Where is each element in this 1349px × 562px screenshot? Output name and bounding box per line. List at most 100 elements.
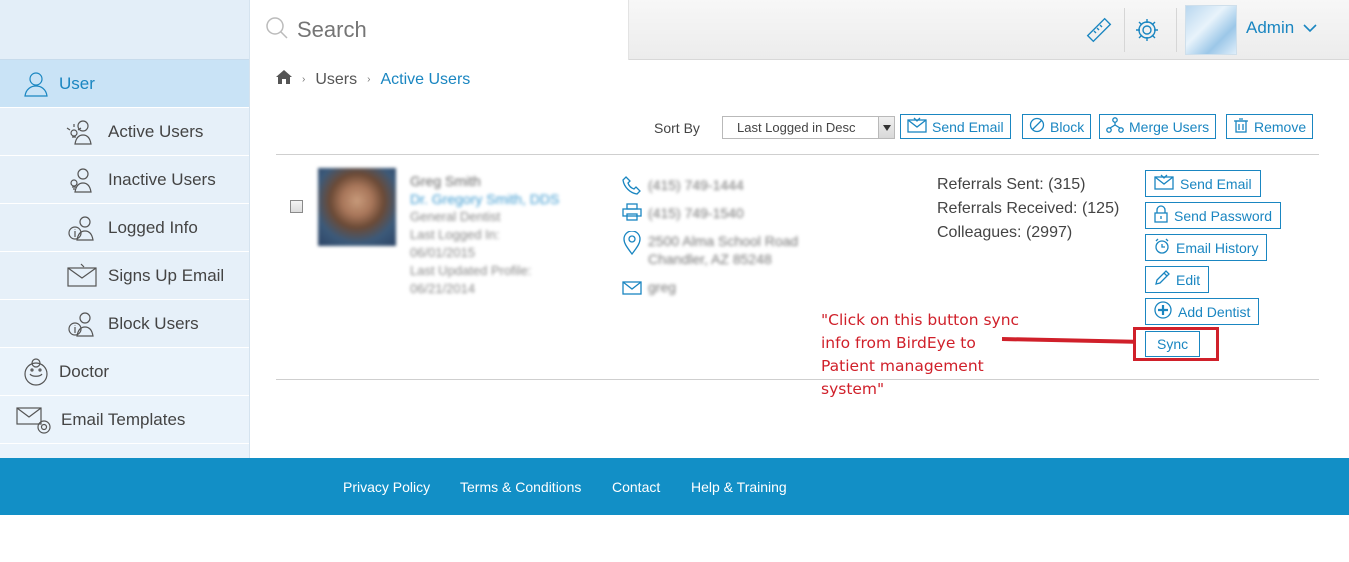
send-password-label: Send Password xyxy=(1174,207,1273,224)
send-password-button[interactable]: Send Password xyxy=(1145,202,1282,229)
sidebar-item-user[interactable]: User xyxy=(0,60,249,108)
sidebar-item-label: Block Users xyxy=(108,313,199,333)
doctor-icon xyxy=(20,356,52,388)
sidebar-item-active-users[interactable]: Active Users xyxy=(0,108,249,156)
divider xyxy=(1176,8,1177,52)
page: User Active Users Inactive Users Logged … xyxy=(0,0,1349,562)
user-info: Greg Smith Dr. Gregory Smith, DDS Genera… xyxy=(410,172,559,298)
plus-circle-icon xyxy=(1154,301,1178,322)
annotation-box xyxy=(1133,327,1219,361)
sort-select-value: Last Logged in Desc xyxy=(737,120,856,135)
footer-link-terms[interactable]: Terms & Conditions xyxy=(460,479,581,495)
send-email-label: Send Email xyxy=(1180,175,1252,192)
merge-icon xyxy=(1106,117,1129,136)
last-updated-label: Last Updated Profile: xyxy=(410,263,532,278)
sidebar-item-signs-up-email[interactable]: Signs Up Email xyxy=(0,252,249,300)
gear-icon[interactable] xyxy=(1131,14,1163,46)
block-label: Block xyxy=(1050,118,1085,135)
footer-link-help[interactable]: Help & Training xyxy=(691,479,787,495)
sidebar-item-label: Logged Info xyxy=(108,217,198,237)
chevron-down-icon xyxy=(1294,18,1317,38)
referrals-sent: Referrals Sent: (315) xyxy=(937,176,1086,193)
sidebar-item-inactive-users[interactable]: Inactive Users xyxy=(0,156,249,204)
sidebar-item-label: User xyxy=(59,73,95,93)
footer: Privacy Policy Terms & Conditions Contac… xyxy=(0,458,1349,515)
sidebar-item-label: Doctor xyxy=(59,361,110,381)
last-updated-value: 06/21/2014 xyxy=(410,281,476,296)
merge-users-button[interactable]: Merge Users xyxy=(1099,114,1217,139)
remove-label: Remove xyxy=(1254,118,1307,135)
fax-value: (415) 749-1540 xyxy=(648,205,744,221)
colleagues: Colleagues: (2997) xyxy=(937,224,1073,241)
sidebar-item-block-users[interactable]: Block Users xyxy=(0,300,249,348)
user-bulb-icon xyxy=(62,116,102,148)
sort-select[interactable]: Last Logged in Desc xyxy=(722,116,895,139)
sidebar: User Active Users Inactive Users Logged … xyxy=(0,0,250,458)
user-info-icon xyxy=(62,308,102,340)
breadcrumb: › Users › Active Users xyxy=(276,70,470,89)
last-logged-label: Last Logged In: xyxy=(410,227,500,242)
home-icon[interactable] xyxy=(276,70,292,89)
breadcrumb-separator: › xyxy=(367,74,371,85)
sidebar-logo-area xyxy=(0,0,249,60)
user-menu[interactable]: Admin xyxy=(1246,18,1317,38)
send-email-button[interactable]: Send Email xyxy=(900,114,1011,139)
user-bulb-icon xyxy=(62,164,102,196)
sidebar-item-label: Active Users xyxy=(108,121,204,141)
footer-link-contact[interactable]: Contact xyxy=(612,479,660,495)
pencil-icon xyxy=(1154,270,1176,289)
trash-icon xyxy=(1233,117,1254,136)
avatar[interactable] xyxy=(1185,5,1237,55)
alarm-clock-icon xyxy=(1154,238,1176,257)
search-box xyxy=(251,0,629,60)
add-dentist-button[interactable]: Add Dentist xyxy=(1145,298,1260,325)
user-info-icon xyxy=(62,212,102,244)
add-dentist-label: Add Dentist xyxy=(1178,303,1251,320)
breadcrumb-users[interactable]: Users xyxy=(315,71,357,89)
user-full-title[interactable]: Dr. Gregory Smith, DDS xyxy=(410,190,559,208)
lock-icon xyxy=(1154,205,1174,226)
sidebar-item-logged-info[interactable]: Logged Info xyxy=(0,204,249,252)
email-history-button[interactable]: Email History xyxy=(1145,234,1268,261)
row-checkbox[interactable] xyxy=(290,200,303,213)
sort-by-label: Sort By xyxy=(654,120,700,136)
last-logged-value: 06/01/2015 xyxy=(410,245,476,260)
sidebar-item-doctor[interactable]: Doctor xyxy=(0,348,249,396)
top-bar: Admin xyxy=(251,0,1349,60)
user-name: Greg Smith xyxy=(410,173,481,189)
referrals-received: Referrals Received: (125) xyxy=(937,200,1120,217)
divider xyxy=(276,154,1319,155)
breadcrumb-active-users: Active Users xyxy=(380,70,471,88)
user-specialty: General Dentist xyxy=(410,209,501,224)
envelope-icon xyxy=(907,117,932,136)
printer-icon xyxy=(622,203,642,226)
sidebar-item-label: Signs Up Email xyxy=(108,265,225,285)
breadcrumb-separator: › xyxy=(302,74,306,85)
phone-icon xyxy=(622,175,642,200)
merge-users-label: Merge Users xyxy=(1129,118,1210,135)
edit-button[interactable]: Edit xyxy=(1145,266,1210,293)
sidebar-item-email-templates[interactable]: Email Templates xyxy=(0,396,249,444)
address-line-1: 2500 Alma School Road xyxy=(648,233,799,249)
block-icon xyxy=(1029,117,1050,136)
envelope-icon xyxy=(622,281,642,300)
address-line-2: Chandler, AZ 85248 xyxy=(648,251,772,267)
search-input[interactable] xyxy=(297,17,617,43)
user-icon xyxy=(20,68,52,100)
location-icon xyxy=(622,230,642,260)
remove-button[interactable]: Remove xyxy=(1226,114,1314,139)
send-email-label: Send Email xyxy=(932,118,1004,135)
edit-label: Edit xyxy=(1176,271,1201,288)
email-value: greg xyxy=(648,279,677,295)
block-button[interactable]: Block xyxy=(1022,114,1092,139)
row-send-email-button[interactable]: Send Email xyxy=(1145,170,1261,197)
envelope-icon xyxy=(1154,174,1180,193)
footer-link-privacy[interactable]: Privacy Policy xyxy=(343,479,430,495)
search-icon xyxy=(265,16,289,45)
dropdown-arrow-icon[interactable] xyxy=(878,117,894,138)
divider xyxy=(1124,8,1125,52)
sidebar-item-label: Inactive Users xyxy=(108,169,216,189)
envelope-icon xyxy=(62,260,102,292)
ruler-icon[interactable] xyxy=(1083,14,1115,46)
sidebar-item-label: Email Templates xyxy=(61,409,186,429)
